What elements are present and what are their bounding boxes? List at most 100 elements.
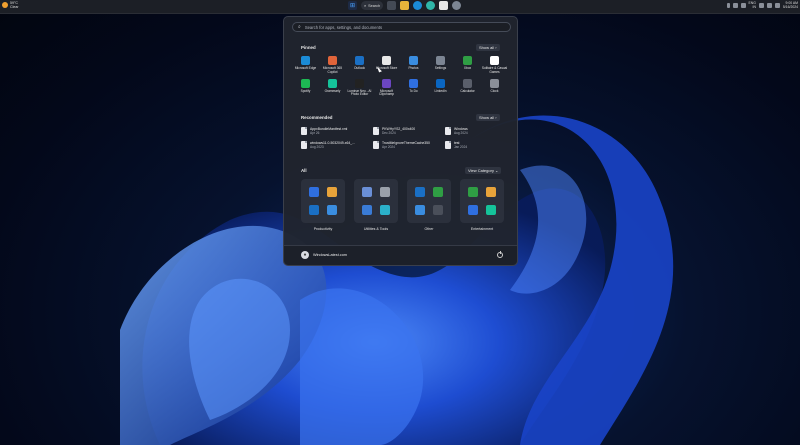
start-search-box[interactable]: ⌕ <box>292 22 511 32</box>
cards-icon <box>490 56 499 65</box>
category-app-icon <box>309 205 319 215</box>
chat-icon[interactable] <box>740 2 746 8</box>
recommended-item[interactable]: TrustMeIgnoreThemeCache350 Apr 2024 <box>373 141 445 149</box>
clock[interactable]: 9:00 AM 5/16/2024 <box>783 1 798 9</box>
category-app-icon <box>486 205 496 215</box>
recommended-item[interactable]: PKWHyYS2_400x400 Dec 2024 <box>373 127 445 135</box>
clipchamp-icon <box>382 78 391 88</box>
pinned-app-label: Calculator <box>460 88 475 93</box>
battery-icon[interactable] <box>774 2 780 8</box>
gear-icon <box>436 56 445 65</box>
settings-taskbar-icon[interactable] <box>452 1 461 10</box>
pinned-app-todo[interactable]: To Do <box>400 78 427 98</box>
category-app-icon <box>415 205 425 215</box>
photos-icon <box>409 56 418 65</box>
pinned-show-all-button[interactable]: Show all › <box>476 44 500 51</box>
recommended-title: Recommended <box>301 115 333 120</box>
category-folder[interactable]: Entertainment <box>460 179 504 231</box>
onedrive-icon[interactable] <box>732 2 738 8</box>
category-box <box>354 179 398 223</box>
store-taskbar-icon[interactable] <box>439 1 448 10</box>
recommended-item[interactable]: AppxBundleManifest.xml Apr 26 <box>301 127 373 135</box>
category-app-icon <box>486 187 496 197</box>
taskbar: 59°C Clear ⊞ ⌕ Search ENG IN 9:00 AM 5/1… <box>0 0 800 14</box>
edge-beta-taskbar-icon[interactable] <box>426 1 435 10</box>
recommended-show-all-button[interactable]: Show all › <box>476 114 500 121</box>
category-app-icon <box>362 187 372 197</box>
start-search-input[interactable] <box>304 24 485 30</box>
pinned-app-grammarly[interactable]: Grammarly <box>319 78 346 98</box>
user-name: WindowsLatest.com <box>313 253 347 257</box>
weather-condition: Clear <box>10 5 19 9</box>
recommended-item[interactable]: windows11.0-5032049-x64_... Aug 2023 <box>301 141 373 149</box>
language-region: IN <box>752 5 756 9</box>
pinned-app-gear[interactable]: Settings <box>427 56 454 75</box>
document-icon <box>373 127 379 135</box>
file-explorer-icon[interactable] <box>400 1 409 10</box>
pinned-app-label: Settings <box>434 66 447 70</box>
category-folder[interactable]: Other <box>407 179 451 231</box>
category-label: Productivity <box>313 227 333 231</box>
pinned-app-spotify[interactable]: Spotify <box>292 78 319 98</box>
recommended-item-date: Jan 2024 <box>454 145 468 149</box>
category-folder[interactable]: Utilities & Tools <box>354 179 398 231</box>
wifi-icon[interactable] <box>758 2 764 8</box>
volume-icon[interactable] <box>766 2 772 8</box>
spotify-icon <box>301 78 310 88</box>
user-account-button[interactable]: ● WindowsLatest.com <box>301 251 347 259</box>
category-label: Utilities & Tools <box>363 227 389 231</box>
category-folder[interactable]: Productivity <box>301 179 345 231</box>
pinned-app-edge[interactable]: Microsoft Edge <box>292 56 319 75</box>
language-indicator[interactable]: ENG IN <box>749 1 756 9</box>
recommended-item[interactable]: Windows Aug 2024 <box>445 127 511 135</box>
search-icon: ⌕ <box>364 3 367 8</box>
pinned-app-cards[interactable]: Solitaire & Casual Games <box>481 56 508 75</box>
recommended-item-date: Aug 2024 <box>454 131 468 135</box>
category-app-icon <box>415 187 425 197</box>
chevron-up-icon[interactable] <box>726 2 730 8</box>
pinned-app-label: Xbox <box>463 66 472 70</box>
recommended-item-date: Aug 2023 <box>310 145 324 149</box>
sun-icon <box>2 2 8 8</box>
category-label: Other <box>424 227 434 231</box>
weather-widget[interactable]: 59°C Clear <box>2 1 19 9</box>
category-grid: Productivity Utilities & Tools Other Entert… <box>301 179 511 231</box>
pinned-app-label: Microsoft 365 Copilot <box>322 66 343 74</box>
pinned-app-label: LinkedIn <box>434 88 447 93</box>
pinned-app-luminar[interactable]: Luminar Neo - AI Photo Editor <box>346 78 373 98</box>
office-icon <box>328 56 337 65</box>
pinned-app-label: Outlook <box>354 66 365 70</box>
pinned-app-photos[interactable]: Photos <box>400 56 427 75</box>
pinned-app-store[interactable]: Microsoft Store <box>373 56 400 75</box>
category-app-icon <box>362 205 372 215</box>
pinned-app-linkedin[interactable]: LinkedIn <box>427 78 454 98</box>
pinned-app-clock[interactable]: Clock <box>481 78 508 98</box>
pinned-app-xbox[interactable]: Xbox <box>454 56 481 75</box>
category-app-icon <box>309 187 319 197</box>
category-label: Entertainment <box>470 227 494 231</box>
outlook-icon <box>355 56 364 65</box>
edge-taskbar-icon[interactable] <box>413 1 422 10</box>
power-icon[interactable] <box>497 251 503 258</box>
todo-icon <box>409 78 418 88</box>
task-view-icon[interactable] <box>387 1 396 10</box>
start-button[interactable]: ⊞ <box>348 1 357 10</box>
pinned-app-label: To Do <box>409 88 418 93</box>
pinned-app-label: Microsoft Edge <box>294 66 317 70</box>
category-app-icon <box>433 205 443 215</box>
pinned-app-label: Luminar Neo - AI Photo Editor <box>347 88 372 97</box>
pinned-apps-grid: Microsoft Edge Microsoft 365 Copilot Outlo… <box>292 56 512 97</box>
clock-icon <box>490 78 499 88</box>
pinned-title: Pinned <box>301 45 316 50</box>
pinned-app-outlook[interactable]: Outlook <box>346 56 373 75</box>
clock-date: 5/16/2024 <box>782 5 798 9</box>
taskbar-search-button[interactable]: ⌕ Search <box>361 1 383 10</box>
document-icon <box>301 141 307 149</box>
pinned-app-clipchamp[interactable]: Microsoft Clipchamp <box>373 78 400 98</box>
pinned-app-calculator[interactable]: Calculator <box>454 78 481 98</box>
view-category-button[interactable]: View Category ⌄ <box>465 167 502 174</box>
all-apps-title: All <box>301 168 307 173</box>
category-box <box>460 179 504 223</box>
recommended-item[interactable]: test Jan 2024 <box>445 141 511 149</box>
pinned-app-office[interactable]: Microsoft 365 Copilot <box>319 56 346 75</box>
